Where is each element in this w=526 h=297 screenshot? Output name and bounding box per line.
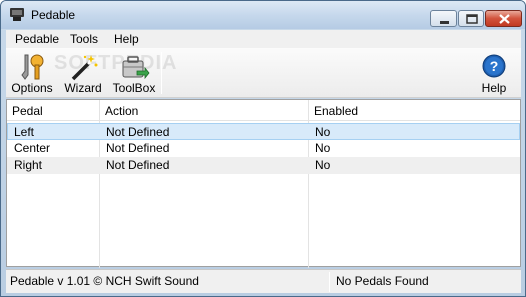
status-version-text: Pedable v 1.01 © NCH Swift Sound xyxy=(10,274,199,288)
pedal-list: Pedal Action Enabled Left Not Defined No… xyxy=(6,99,521,268)
pedable-app-icon xyxy=(9,8,25,22)
cell-action: Not Defined xyxy=(106,141,170,155)
help-label: Help xyxy=(481,81,507,95)
column-header-pedal[interactable]: Pedal xyxy=(7,100,99,121)
options-label: Options xyxy=(11,81,53,95)
minimize-button[interactable] xyxy=(430,10,457,27)
menu-help[interactable]: Help xyxy=(111,32,142,46)
options-button[interactable]: Options xyxy=(9,50,55,96)
table-row[interactable]: Center Not Defined No xyxy=(7,140,520,157)
application-window: Pedable Pedable Tools Help SOFTPEDIA Opt… xyxy=(0,0,526,297)
toolbar-separator xyxy=(161,52,162,94)
toolbox-button[interactable]: ToolBox xyxy=(110,50,158,96)
help-button[interactable]: ? Help xyxy=(474,50,514,96)
column-header-action[interactable]: Action xyxy=(100,100,308,121)
cell-action: Not Defined xyxy=(106,125,170,139)
wizard-icon xyxy=(71,55,98,81)
cell-pedal: Center xyxy=(14,141,51,155)
table-row[interactable]: Left Not Defined No xyxy=(7,123,520,140)
wizard-label: Wizard xyxy=(64,81,102,95)
menu-tools[interactable]: Tools xyxy=(67,32,101,46)
menu-pedable[interactable]: Pedable xyxy=(12,32,62,46)
status-bar: Pedable v 1.01 © NCH Swift Sound No Peda… xyxy=(6,269,521,293)
maximize-icon xyxy=(466,14,478,24)
options-icon xyxy=(21,54,44,80)
menu-bar: Pedable Tools Help xyxy=(6,30,521,48)
title-bar[interactable]: Pedable xyxy=(1,1,525,29)
close-icon xyxy=(499,14,510,24)
status-divider xyxy=(329,272,330,292)
toolbar: SOFTPEDIA Options Wizard ToolBox ? Help xyxy=(6,48,521,98)
toolbox-label: ToolBox xyxy=(112,81,156,95)
maximize-button[interactable] xyxy=(458,10,484,27)
cell-enabled: No xyxy=(315,141,331,155)
minimize-icon xyxy=(440,21,449,24)
close-button[interactable] xyxy=(485,10,522,27)
window-title: Pedable xyxy=(31,8,76,22)
list-header: Pedal Action Enabled xyxy=(7,100,520,121)
cell-enabled: No xyxy=(315,158,331,172)
toolbox-icon xyxy=(122,56,150,80)
table-row[interactable]: Right Not Defined No xyxy=(7,157,520,174)
cell-pedal: Right xyxy=(14,158,43,172)
wizard-button[interactable]: Wizard xyxy=(62,50,104,96)
cell-action: Not Defined xyxy=(106,158,170,172)
cell-pedal: Left xyxy=(14,125,35,139)
svg-text:?: ? xyxy=(490,58,499,74)
cell-enabled: No xyxy=(315,125,331,139)
help-icon: ? xyxy=(482,54,506,78)
column-header-enabled[interactable]: Enabled xyxy=(309,100,519,121)
status-pedal-state: No Pedals Found xyxy=(336,274,429,288)
